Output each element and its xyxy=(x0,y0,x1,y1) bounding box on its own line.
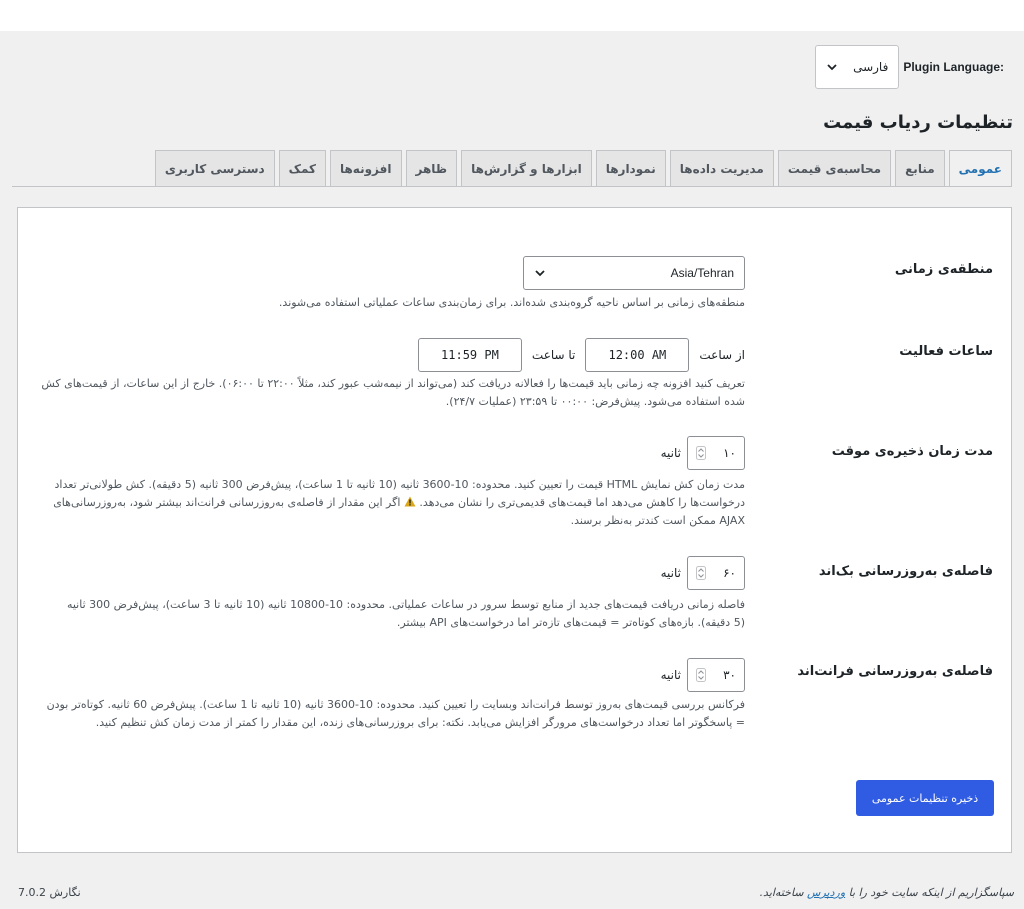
timezone-select[interactable]: Asia/Tehran xyxy=(523,256,745,290)
to-time-label: تا ساعت xyxy=(531,348,576,362)
spinner-arrows-icon[interactable] xyxy=(696,446,706,460)
spinner-arrows-icon[interactable] xyxy=(696,566,706,580)
frontend-refresh-value: ۳۰ xyxy=(723,668,736,682)
chevron-down-icon xyxy=(535,270,545,277)
plugin-language-row: Plugin Language: فارسی xyxy=(815,44,1004,90)
wordpress-link[interactable]: وردپرس xyxy=(807,886,845,899)
backend-refresh-label: فاصله‌ی به‌روزرسانی بک‌اند xyxy=(818,564,993,579)
admin-top-bar xyxy=(0,0,1024,31)
frontend-refresh-unit: ثانیه xyxy=(660,668,681,682)
timezone-value: Asia/Tehran xyxy=(670,266,734,280)
cache-duration-value: ۱۰ xyxy=(723,446,736,460)
tab-sources[interactable]: منابع xyxy=(895,150,945,186)
backend-refresh-description: فاصله زمانی دریافت قیمت‌های جدید از مناب… xyxy=(66,598,745,629)
plugin-language-select[interactable]: فارسی xyxy=(815,45,900,89)
timezone-field: Asia/Tehran xyxy=(523,256,745,290)
settings-tabs: عمومی منابع محاسبه‌ی قیمت مدیریت داده‌ها… xyxy=(154,150,1012,186)
tab-addons[interactable]: افزونه‌ها xyxy=(329,150,402,186)
footer-credit-before: سپاسگزاریم از اینکه سایت خود را با xyxy=(848,886,1014,899)
page-title: تنظیمات ردیاب قیمت xyxy=(823,112,1013,133)
footer-credit-after: ساخته‌اید. xyxy=(759,886,804,899)
frontend-refresh-description: فرکانس بررسی قیمت‌های به‌روز توسط فرانت‌… xyxy=(46,698,745,729)
hours-label: ساعات فعالیت xyxy=(899,344,993,359)
spinner-arrows-icon[interactable] xyxy=(696,668,706,682)
chevron-down-icon xyxy=(827,64,837,71)
hours-field: از ساعت 12:00 AM تا ساعت 11:59 PM xyxy=(417,338,745,372)
backend-refresh-field: ۶۰ ثانیه xyxy=(661,556,745,590)
warning-icon xyxy=(404,496,416,507)
backend-refresh-value: ۶۰ xyxy=(723,566,736,580)
settings-panel: منطقه‌ی زمانی Asia/Tehran منطقه‌های زمان… xyxy=(17,207,1012,853)
timezone-description: منطقه‌های زمانی بر اساس ناحیه گروه‌بندی … xyxy=(278,296,745,309)
footer-version: نگارش 7.0.2 xyxy=(18,886,81,899)
cache-field: ۱۰ ثانیه xyxy=(661,436,745,470)
save-general-settings-button[interactable]: ذخیره تنظیمات عمومی xyxy=(856,780,994,816)
cache-label: مدت زمان ذخیره‌ی موقت xyxy=(831,444,993,459)
tab-tools-reports[interactable]: ابزارها و گزارش‌ها xyxy=(461,150,592,186)
frontend-refresh-label: فاصله‌ی به‌روزرسانی فرانت‌اند xyxy=(797,664,993,679)
tab-price-calculation[interactable]: محاسبه‌ی قیمت xyxy=(777,150,892,186)
tab-general[interactable]: عمومی xyxy=(948,150,1012,186)
frontend-refresh-input[interactable]: ۳۰ xyxy=(687,658,745,692)
timezone-label: منطقه‌ی زمانی xyxy=(894,262,993,277)
cache-description: مدت زمان کش نمایش HTML قیمت را تعیین کنی… xyxy=(35,476,745,530)
tabs-divider xyxy=(12,186,1012,187)
footer-credit: سپاسگزاریم از اینکه سایت خود را با وردپر… xyxy=(760,886,1014,899)
backend-refresh-unit: ثانیه xyxy=(660,566,681,580)
from-time-label: از ساعت xyxy=(699,348,745,362)
backend-refresh-input[interactable]: ۶۰ xyxy=(687,556,745,590)
from-time-input[interactable]: 12:00 AM xyxy=(585,338,690,372)
hours-description: تعریف کنید افزونه چه زمانی باید قیمت‌ها … xyxy=(41,377,745,408)
tab-appearance[interactable]: ظاهر xyxy=(405,150,458,186)
cache-duration-input[interactable]: ۱۰ xyxy=(687,436,745,470)
tab-user-access[interactable]: دسترسی کاربری xyxy=(154,150,275,186)
plugin-language-label: Plugin Language: xyxy=(903,60,1004,74)
to-time-input[interactable]: 11:59 PM xyxy=(417,338,522,372)
frontend-refresh-field: ۳۰ ثانیه xyxy=(661,658,745,692)
plugin-language-value: فارسی xyxy=(853,60,889,74)
tab-help[interactable]: کمک xyxy=(278,150,326,186)
tab-data-management[interactable]: مدیریت داده‌ها xyxy=(669,150,774,186)
tab-charts[interactable]: نمودارها xyxy=(595,150,666,186)
cache-unit: ثانیه xyxy=(660,446,681,460)
